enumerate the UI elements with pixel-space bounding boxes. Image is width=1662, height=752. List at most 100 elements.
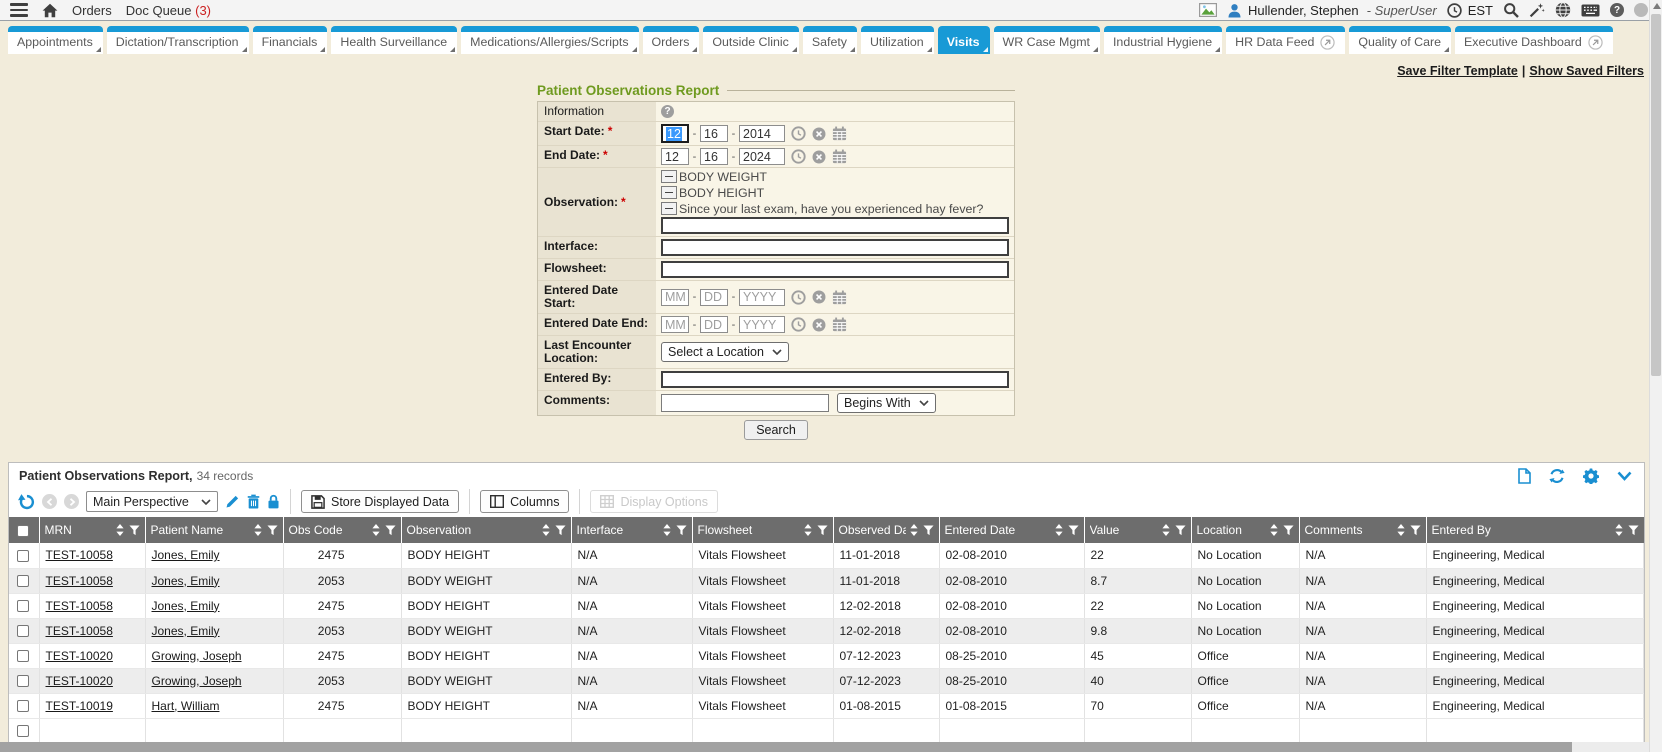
- delete-perspective-trash-icon[interactable]: [247, 494, 260, 509]
- tab-appointments[interactable]: Appointments: [8, 26, 103, 54]
- column-header-entered-by[interactable]: Entered By: [1426, 517, 1644, 543]
- horizontal-scrollbar[interactable]: [0, 742, 1649, 752]
- mrn-link[interactable]: TEST-10020: [46, 674, 113, 688]
- tab-health-surveillance[interactable]: Health Surveillance: [331, 26, 457, 54]
- information-help-icon[interactable]: ?: [661, 105, 674, 118]
- orders-menu-link[interactable]: Orders: [72, 3, 112, 18]
- column-header-obs-code[interactable]: Obs Code: [283, 517, 401, 543]
- tab-industrial-hygiene[interactable]: Industrial Hygiene: [1104, 26, 1222, 54]
- mrn-link[interactable]: TEST-10058: [46, 574, 113, 588]
- observation-search-input[interactable]: [661, 217, 1009, 234]
- entered-by-input[interactable]: [661, 371, 1009, 388]
- collapse-panel-chevron-icon[interactable]: [1617, 471, 1632, 481]
- remove-observation-icon[interactable]: [661, 186, 677, 199]
- search-button[interactable]: Search: [744, 420, 808, 440]
- horizontal-scrollbar-thumb[interactable]: [0, 742, 1572, 752]
- hamburger-menu-icon[interactable]: [10, 3, 28, 17]
- doc-queue-link[interactable]: Doc Queue (3): [126, 3, 211, 18]
- column-header-observed-date[interactable]: Observed Date: [833, 517, 939, 543]
- tab-executive-dashboard[interactable]: Executive Dashboard: [1455, 26, 1613, 54]
- next-perspective-icon[interactable]: [64, 494, 79, 509]
- patient-name-link[interactable]: Jones, Emily: [152, 624, 220, 638]
- clear-date-icon[interactable]: [812, 127, 826, 141]
- vertical-scrollbar[interactable]: [1649, 0, 1662, 752]
- clear-date-icon[interactable]: [812, 290, 826, 304]
- tab-orders[interactable]: Orders: [643, 26, 700, 54]
- row-checkbox[interactable]: [17, 700, 29, 712]
- entered-date-start-month-input[interactable]: [661, 289, 689, 306]
- interface-input[interactable]: [661, 239, 1009, 256]
- row-checkbox[interactable]: [17, 675, 29, 687]
- timezone-clock-icon[interactable]: [1447, 3, 1462, 18]
- last-encounter-location-select[interactable]: Select a Location: [661, 342, 789, 362]
- globe-icon[interactable]: [1555, 2, 1571, 18]
- patient-name-link[interactable]: Jones, Emily: [152, 574, 220, 588]
- select-all-checkbox[interactable]: [17, 525, 29, 537]
- tab-dictation-transcription[interactable]: Dictation/Transcription: [107, 26, 249, 54]
- mrn-link[interactable]: TEST-10058: [46, 624, 113, 638]
- column-header-mrn[interactable]: MRN: [39, 517, 145, 543]
- entered-date-end-month-input[interactable]: [661, 316, 689, 333]
- row-checkbox[interactable]: [17, 725, 29, 737]
- save-filter-template-link[interactable]: Save Filter Template: [1397, 64, 1518, 78]
- column-header-location[interactable]: Location: [1191, 517, 1299, 543]
- entered-date-start-day-input[interactable]: [700, 289, 728, 306]
- image-capture-icon[interactable]: [1199, 3, 1217, 17]
- tab-hr-data-feed[interactable]: HR Data Feed: [1226, 26, 1345, 54]
- start-date-month-input[interactable]: 12: [661, 124, 689, 143]
- column-header-observation[interactable]: Observation: [401, 517, 571, 543]
- lock-perspective-icon[interactable]: [267, 494, 280, 509]
- time-picker-icon[interactable]: [791, 317, 806, 332]
- help-icon[interactable]: ?: [1610, 3, 1624, 17]
- row-checkbox[interactable]: [17, 550, 29, 562]
- end-date-month-input[interactable]: [661, 148, 689, 165]
- patient-name-link[interactable]: Jones, Emily: [152, 599, 220, 613]
- end-date-year-input[interactable]: [739, 148, 785, 165]
- tab-safety[interactable]: Safety: [803, 26, 857, 54]
- clear-date-icon[interactable]: [812, 150, 826, 164]
- calendar-picker-icon[interactable]: [832, 149, 847, 164]
- tab-utilization[interactable]: Utilization: [861, 26, 934, 54]
- tab-medications-allergies-scripts[interactable]: Medications/Allergies/Scripts: [461, 26, 638, 54]
- previous-perspective-icon[interactable]: [42, 494, 57, 509]
- mrn-link[interactable]: TEST-10058: [46, 599, 113, 613]
- calendar-picker-icon[interactable]: [832, 290, 847, 305]
- time-picker-icon[interactable]: [791, 126, 806, 141]
- tab-financials[interactable]: Financials: [253, 26, 328, 54]
- row-checkbox[interactable]: [17, 625, 29, 637]
- show-saved-filters-link[interactable]: Show Saved Filters: [1529, 64, 1644, 78]
- remove-observation-icon[interactable]: [661, 202, 677, 215]
- time-picker-icon[interactable]: [791, 290, 806, 305]
- calendar-picker-icon[interactable]: [832, 126, 847, 141]
- magic-wand-icon[interactable]: [1529, 2, 1545, 18]
- flowsheet-input[interactable]: [661, 261, 1009, 278]
- edit-perspective-pencil-icon[interactable]: [225, 494, 240, 509]
- column-header-comments[interactable]: Comments: [1299, 517, 1426, 543]
- entered-date-start-year-input[interactable]: [739, 289, 785, 306]
- mrn-link[interactable]: TEST-10020: [46, 649, 113, 663]
- column-header-flowsheet[interactable]: Flowsheet: [692, 517, 833, 543]
- clear-date-icon[interactable]: [812, 318, 826, 332]
- row-checkbox[interactable]: [17, 575, 29, 587]
- tab-outside-clinic[interactable]: Outside Clinic: [703, 26, 798, 54]
- settings-gear-icon[interactable]: [1583, 468, 1599, 484]
- tab-visits[interactable]: Visits: [938, 26, 990, 54]
- patient-name-link[interactable]: Jones, Emily: [152, 548, 220, 562]
- comments-match-select[interactable]: Begins With: [837, 393, 936, 413]
- new-document-icon[interactable]: [1518, 468, 1531, 484]
- remove-observation-icon[interactable]: [661, 170, 677, 183]
- comments-input[interactable]: [661, 394, 829, 412]
- scroll-up-arrow-icon[interactable]: [1653, 3, 1661, 9]
- search-icon[interactable]: [1503, 2, 1519, 18]
- start-date-year-input[interactable]: [739, 125, 785, 142]
- perspective-select[interactable]: Main Perspective: [86, 491, 218, 512]
- entered-date-end-year-input[interactable]: [739, 316, 785, 333]
- calendar-picker-icon[interactable]: [832, 317, 847, 332]
- column-header-entered-date[interactable]: Entered Date: [939, 517, 1084, 543]
- tab-quality-of-care[interactable]: Quality of Care: [1349, 26, 1451, 54]
- row-checkbox[interactable]: [17, 600, 29, 612]
- columns-button[interactable]: Columns: [480, 490, 569, 513]
- patient-name-link[interactable]: Growing, Joseph: [152, 674, 242, 688]
- row-checkbox[interactable]: [17, 650, 29, 662]
- column-header-interface[interactable]: Interface: [571, 517, 692, 543]
